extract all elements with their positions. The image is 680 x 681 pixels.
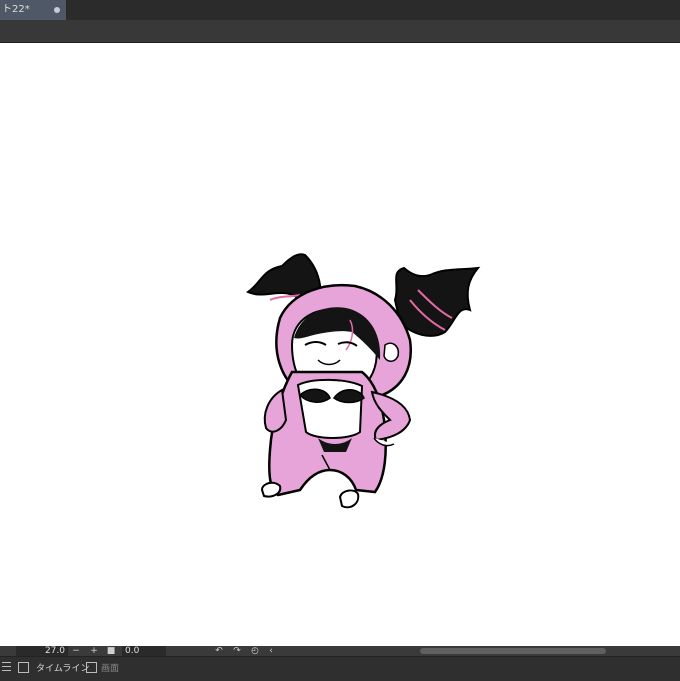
left-foot [260, 481, 282, 498]
stop-button[interactable]: ■ [106, 646, 116, 656]
menu-icon[interactable] [2, 662, 11, 671]
time-field[interactable]: 0.0 [122, 646, 166, 656]
tab-second[interactable]: 画面 [101, 660, 119, 678]
document-tab-bar: ト22* [0, 0, 680, 20]
character-illustration [246, 253, 481, 509]
drawing-canvas[interactable] [0, 43, 680, 646]
right-foot [338, 489, 360, 509]
back-icon[interactable]: ‹ [266, 646, 276, 656]
tab-timeline[interactable]: タイムライン [36, 660, 89, 678]
plus-button[interactable]: + [89, 646, 99, 656]
document-tab-title: ト22* [2, 4, 30, 15]
panel-icon [86, 662, 97, 673]
scrollbar-thumb[interactable] [420, 648, 606, 654]
timeline-frame-controls: 27.0 − + ■ 0.0 ↶ ↷ ◴ ‹ [0, 646, 420, 656]
left-arm [263, 388, 288, 433]
frame-number-field[interactable]: 27.0 [16, 646, 68, 656]
redo-icon[interactable]: ↷ [232, 646, 242, 656]
torso [296, 378, 364, 439]
minus-button[interactable]: − [71, 646, 81, 656]
close-tab-icon[interactable] [54, 7, 60, 13]
document-tab[interactable]: ト22* [0, 0, 66, 20]
command-bar [0, 20, 680, 43]
timeline-icon [18, 662, 29, 673]
undo-icon[interactable]: ↶ [214, 646, 224, 656]
reset-icon[interactable]: ◴ [250, 646, 260, 656]
bottom-panel-tabs: タイムライン 画面 [0, 656, 680, 681]
